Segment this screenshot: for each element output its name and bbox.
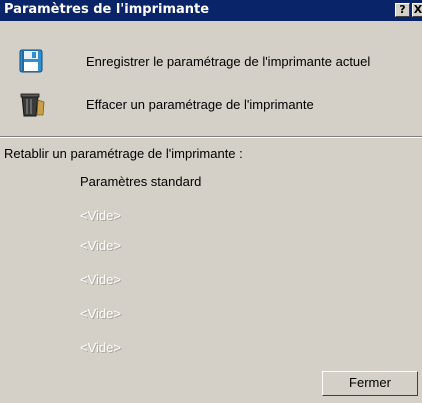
preset-empty-5: <Vide> [80,340,121,355]
help-icon: ? [399,3,406,16]
close-icon: X [413,3,422,16]
window-title: Paramètres de l'imprimante [4,2,210,17]
preset-empty-2: <Vide> [80,238,121,253]
printer-settings-dialog: Paramètres de l'imprimante ? X Enregistr… [0,0,422,403]
save-settings-label: Enregistrer le paramétrage de l'impriman… [86,54,371,69]
preset-standard[interactable]: Paramètres standard [80,174,201,189]
trash-can-icon [18,91,48,119]
delete-settings-action[interactable]: Effacer un paramétrage de l'imprimante [0,89,422,121]
preset-empty-4: <Vide> [80,306,121,321]
close-button[interactable]: Fermer [322,371,418,396]
section-divider [0,136,422,138]
close-window-button[interactable]: X [412,3,422,17]
help-button[interactable]: ? [395,3,410,17]
preset-empty-3: <Vide> [80,272,121,287]
delete-settings-label: Effacer un paramétrage de l'imprimante [86,97,314,112]
preset-empty-1: <Vide> [80,208,121,223]
restore-section-title: Retablir un paramétrage de l'imprimante … [4,146,243,161]
save-settings-action[interactable]: Enregistrer le paramétrage de l'impriman… [0,46,422,78]
title-bar: Paramètres de l'imprimante ? X [0,0,422,21]
floppy-disk-icon [18,48,48,76]
